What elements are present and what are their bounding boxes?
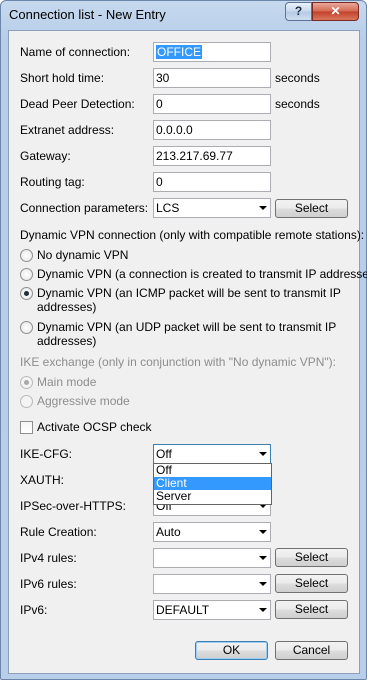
radio-button-selected bbox=[20, 287, 33, 300]
ipsec-https-label: IPSec-over-HTTPS: bbox=[20, 499, 127, 513]
gateway-label: Gateway: bbox=[20, 149, 71, 163]
checkbox bbox=[20, 421, 33, 434]
radio-label-line2: addresses) bbox=[37, 334, 97, 348]
conn-params-label: Connection parameters: bbox=[20, 201, 149, 215]
radio-label-line1: Dynamic VPN (an UDP packet will be sent … bbox=[37, 320, 337, 334]
dropdown-option-server[interactable]: Server bbox=[154, 490, 271, 503]
ike-cfg-value: Off bbox=[156, 447, 172, 461]
chevron-down-icon bbox=[259, 608, 267, 612]
radio-button-selected bbox=[20, 376, 33, 389]
dynamic-vpn-heading: Dynamic VPN connection (only with compat… bbox=[20, 228, 365, 242]
rule-creation-label: Rule Creation: bbox=[20, 525, 97, 539]
name-value: OFFICE bbox=[156, 45, 202, 59]
ipv4-rules-select-button[interactable]: Select bbox=[275, 548, 348, 567]
ipv4-rules-select[interactable] bbox=[153, 548, 271, 568]
extranet-label: Extranet address: bbox=[20, 123, 115, 137]
ike-cfg-dropdown-list: Off Client Server bbox=[153, 463, 272, 505]
chevron-down-icon bbox=[259, 452, 267, 456]
conn-params-select[interactable]: LCS bbox=[153, 198, 271, 218]
ipv6-select[interactable]: DEFAULT bbox=[153, 600, 271, 620]
chevron-down-icon bbox=[259, 530, 267, 534]
name-label: Name of connection: bbox=[20, 45, 131, 59]
radio-button bbox=[20, 268, 33, 281]
radio-label-line2: addresses) bbox=[37, 300, 97, 314]
radio-label: Dynamic VPN (a connection is created to … bbox=[37, 267, 367, 281]
help-button[interactable]: ? bbox=[285, 2, 312, 21]
ipv4-rules-label: IPv4 rules: bbox=[20, 551, 77, 565]
hold-time-unit: seconds bbox=[275, 71, 320, 85]
chevron-down-icon bbox=[259, 556, 267, 560]
conn-params-select-button[interactable]: Select bbox=[275, 199, 348, 218]
hold-time-label: Short hold time: bbox=[20, 71, 105, 85]
ike-cfg-label: IKE-CFG: bbox=[20, 447, 73, 461]
conn-params-value: LCS bbox=[156, 201, 180, 215]
ipv6-label: IPv6: bbox=[20, 603, 48, 617]
radio-button bbox=[20, 395, 33, 408]
ok-button[interactable]: OK bbox=[195, 641, 268, 660]
ocsp-label: Activate OCSP check bbox=[37, 420, 152, 434]
radio-label: Dynamic VPN (an ICMP packet will be sent… bbox=[37, 286, 341, 314]
dialog-body: Name of connection: OFFICE Short hold ti… bbox=[8, 30, 367, 674]
window-title: Connection list - New Entry bbox=[9, 7, 166, 22]
radio-button bbox=[20, 321, 33, 334]
ipv6-value: DEFAULT bbox=[156, 603, 210, 617]
ipv6-rules-select-button[interactable]: Select bbox=[275, 574, 348, 593]
name-input[interactable]: OFFICE bbox=[153, 42, 271, 62]
chevron-down-icon bbox=[259, 582, 267, 586]
rule-creation-value: Auto bbox=[156, 525, 181, 539]
dpd-label: Dead Peer Detection: bbox=[20, 97, 135, 111]
chevron-down-icon bbox=[259, 206, 267, 210]
ike-exchange-heading: IKE exchange (only in conjunction with "… bbox=[20, 355, 337, 369]
radio-label: No dynamic VPN bbox=[37, 248, 129, 262]
dpd-unit: seconds bbox=[275, 97, 320, 111]
ipv6-rules-select[interactable] bbox=[153, 574, 271, 594]
radio-button bbox=[20, 249, 33, 262]
ike-cfg-select[interactable]: Off bbox=[153, 444, 271, 464]
xauth-label: XAUTH: bbox=[20, 473, 65, 487]
radio-label: Aggressive mode bbox=[37, 394, 130, 408]
ipv6-select-button[interactable]: Select bbox=[275, 600, 348, 619]
extranet-input[interactable]: 0.0.0.0 bbox=[153, 120, 271, 140]
gateway-input[interactable]: 213.217.69.77 bbox=[153, 146, 271, 166]
routing-tag-label: Routing tag: bbox=[20, 175, 85, 189]
radio-label: Dynamic VPN (an UDP packet will be sent … bbox=[37, 320, 336, 348]
hold-time-input[interactable]: 30 bbox=[153, 68, 271, 88]
rule-creation-select[interactable]: Auto bbox=[153, 522, 271, 542]
ipv6-rules-label: IPv6 rules: bbox=[20, 577, 77, 591]
cancel-button[interactable]: Cancel bbox=[275, 641, 348, 660]
routing-tag-input[interactable]: 0 bbox=[153, 172, 271, 192]
radio-label-line1: Dynamic VPN (an ICMP packet will be sent… bbox=[37, 286, 341, 300]
dialog-window: Connection list - New Entry ? ✕ Name of … bbox=[0, 0, 367, 680]
close-button[interactable]: ✕ bbox=[312, 2, 359, 21]
dpd-input[interactable]: 0 bbox=[153, 94, 271, 114]
radio-label: Main mode bbox=[37, 375, 97, 389]
